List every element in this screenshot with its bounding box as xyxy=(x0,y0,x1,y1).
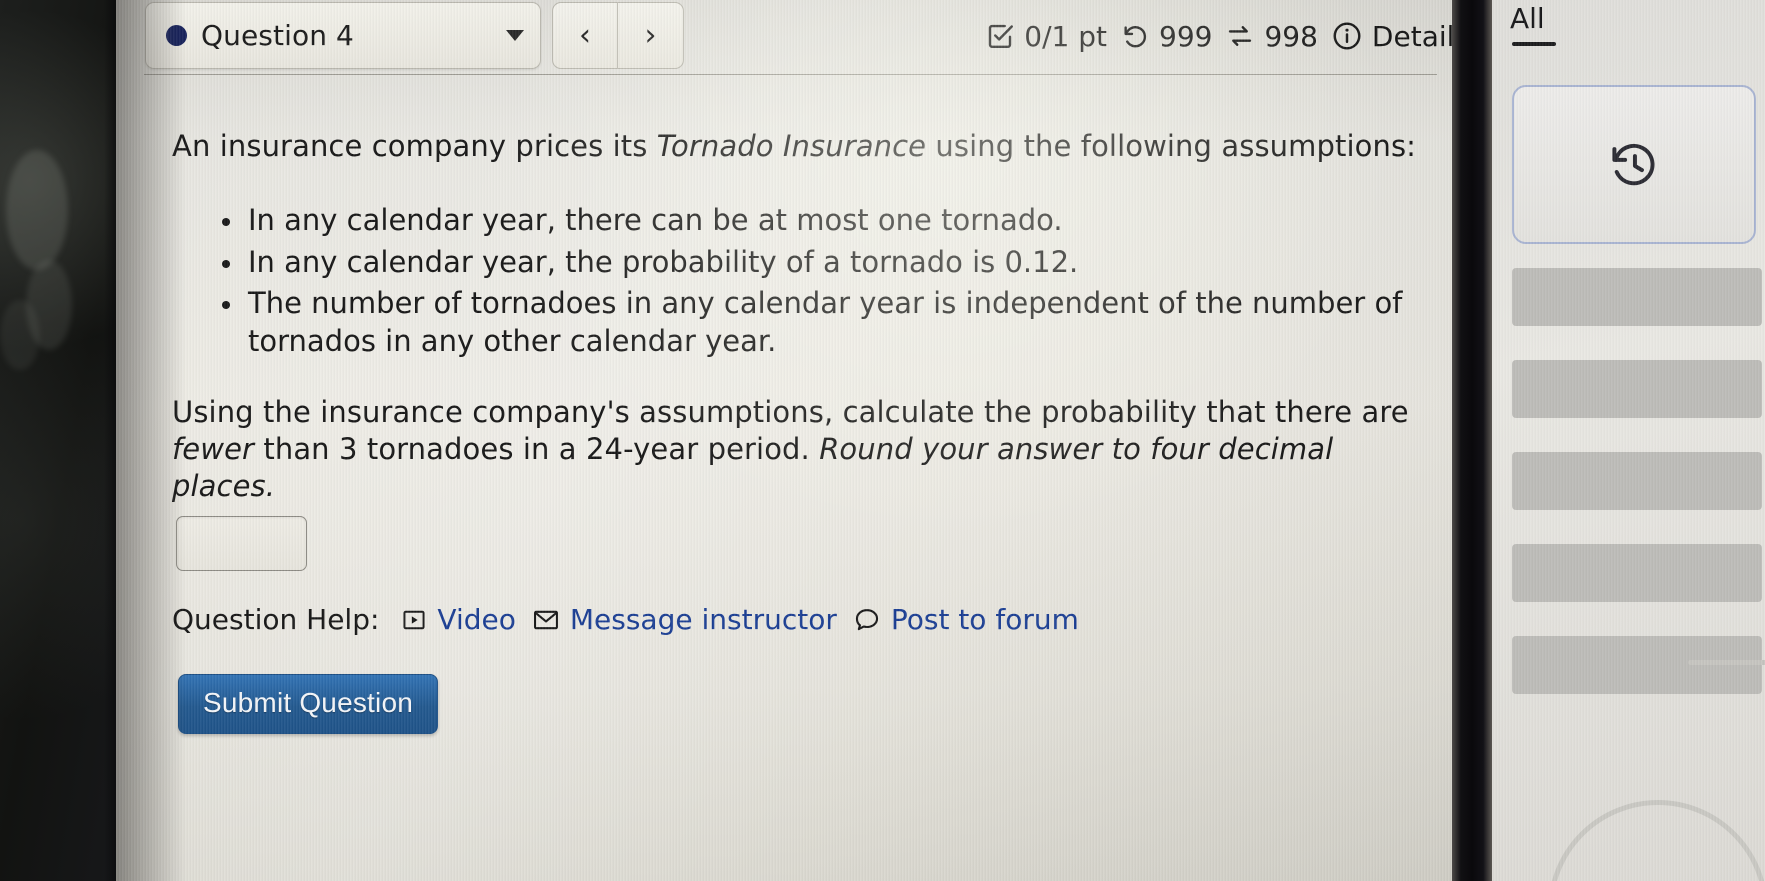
speech-bubble-icon xyxy=(853,606,881,634)
question-nav-group: ‹ › xyxy=(552,2,684,69)
submit-question-button[interactable]: Submit Question xyxy=(178,674,438,734)
play-box-icon xyxy=(401,607,427,633)
panel-chip[interactable] xyxy=(1512,452,1762,510)
panel-chip[interactable] xyxy=(1512,268,1762,326)
message-instructor-label: Message instructor xyxy=(569,603,837,636)
message-instructor-link[interactable]: Message instructor xyxy=(532,603,837,636)
photographed-screen: Question 4 ‹ › 0/1 pt 999 998 Details An… xyxy=(0,0,1765,881)
assumptions-list: In any calendar year, there can be at mo… xyxy=(212,202,1487,365)
question-help-label: Question Help: xyxy=(172,603,380,636)
versions-count: 998 xyxy=(1264,19,1318,53)
list-item: The number of tornadoes in any calendar … xyxy=(222,285,1487,360)
intro-text-after: using the following assumptions: xyxy=(926,129,1417,163)
intro-text-before: An insurance company prices its xyxy=(172,129,657,163)
checkbox-check-icon xyxy=(985,21,1015,51)
all-tab-label[interactable]: All xyxy=(1510,2,1545,35)
screen-seam xyxy=(1452,0,1492,881)
post-to-forum-label: Post to forum xyxy=(890,603,1079,636)
answer-input[interactable] xyxy=(176,516,307,571)
next-question-button[interactable]: › xyxy=(618,2,684,69)
attempts-count: 999 xyxy=(1159,19,1213,53)
previous-question-button[interactable]: ‹ xyxy=(552,2,618,69)
points-text: 0/1 pt xyxy=(1024,19,1108,53)
history-clock-icon xyxy=(1606,137,1662,193)
panel-chip[interactable] xyxy=(1512,544,1762,602)
secondary-panel: All xyxy=(1488,0,1765,881)
all-tab-underline xyxy=(1512,42,1556,46)
chevron-right-icon: › xyxy=(644,17,657,53)
undo-arrow-icon xyxy=(1120,21,1150,51)
prompt-italic-fewer: fewer xyxy=(172,432,255,467)
envelope-icon xyxy=(532,606,560,634)
device-bezel-left xyxy=(0,0,120,881)
question-selector[interactable]: Question 4 xyxy=(145,2,541,69)
intro-italic-term: Tornado Insurance xyxy=(656,129,927,163)
chevron-left-icon: ‹ xyxy=(579,17,591,53)
list-item: In any calendar year, there can be at mo… xyxy=(222,202,1487,240)
panel-arc-decoration xyxy=(1548,800,1765,881)
question-prompt: Using the insurance company's assumption… xyxy=(172,394,1422,505)
post-to-forum-link[interactable]: Post to forum xyxy=(853,603,1079,636)
header-divider xyxy=(144,74,1437,75)
video-help-link[interactable]: Video xyxy=(401,603,516,636)
question-status-dot xyxy=(166,25,187,46)
history-tool-button[interactable] xyxy=(1512,85,1756,244)
panel-divider xyxy=(1688,660,1765,665)
assignment-screen: Question 4 ‹ › 0/1 pt 999 998 Details An… xyxy=(116,0,1487,881)
question-help-row: Question Help: Video Message instructor … xyxy=(172,603,1079,636)
info-circle-icon xyxy=(1331,20,1363,52)
intro-paragraph: An insurance company prices its Tornado … xyxy=(172,128,1437,165)
panel-chip[interactable] xyxy=(1512,636,1762,694)
question-header: Question 4 ‹ › 0/1 pt 999 998 Details xyxy=(116,0,1487,76)
details-button[interactable]: Details xyxy=(1331,20,1469,53)
panel-chip[interactable] xyxy=(1512,360,1762,418)
prompt-text-middle: than 3 tornadoes in a 24-year period. xyxy=(254,432,820,467)
swap-arrows-icon xyxy=(1225,21,1255,51)
versions-badge: 998 xyxy=(1225,19,1318,53)
list-item: In any calendar year, the probability of… xyxy=(222,244,1487,282)
points-badge: 0/1 pt xyxy=(985,20,1107,53)
question-meta: 0/1 pt 999 998 Details xyxy=(985,6,1469,66)
prompt-text-before: Using the insurance company's assumption… xyxy=(172,395,1409,429)
question-title: Question 4 xyxy=(201,19,354,52)
video-help-label: Video xyxy=(437,603,516,636)
attempts-badge: 999 xyxy=(1120,20,1212,53)
chevron-down-icon[interactable] xyxy=(506,30,524,41)
